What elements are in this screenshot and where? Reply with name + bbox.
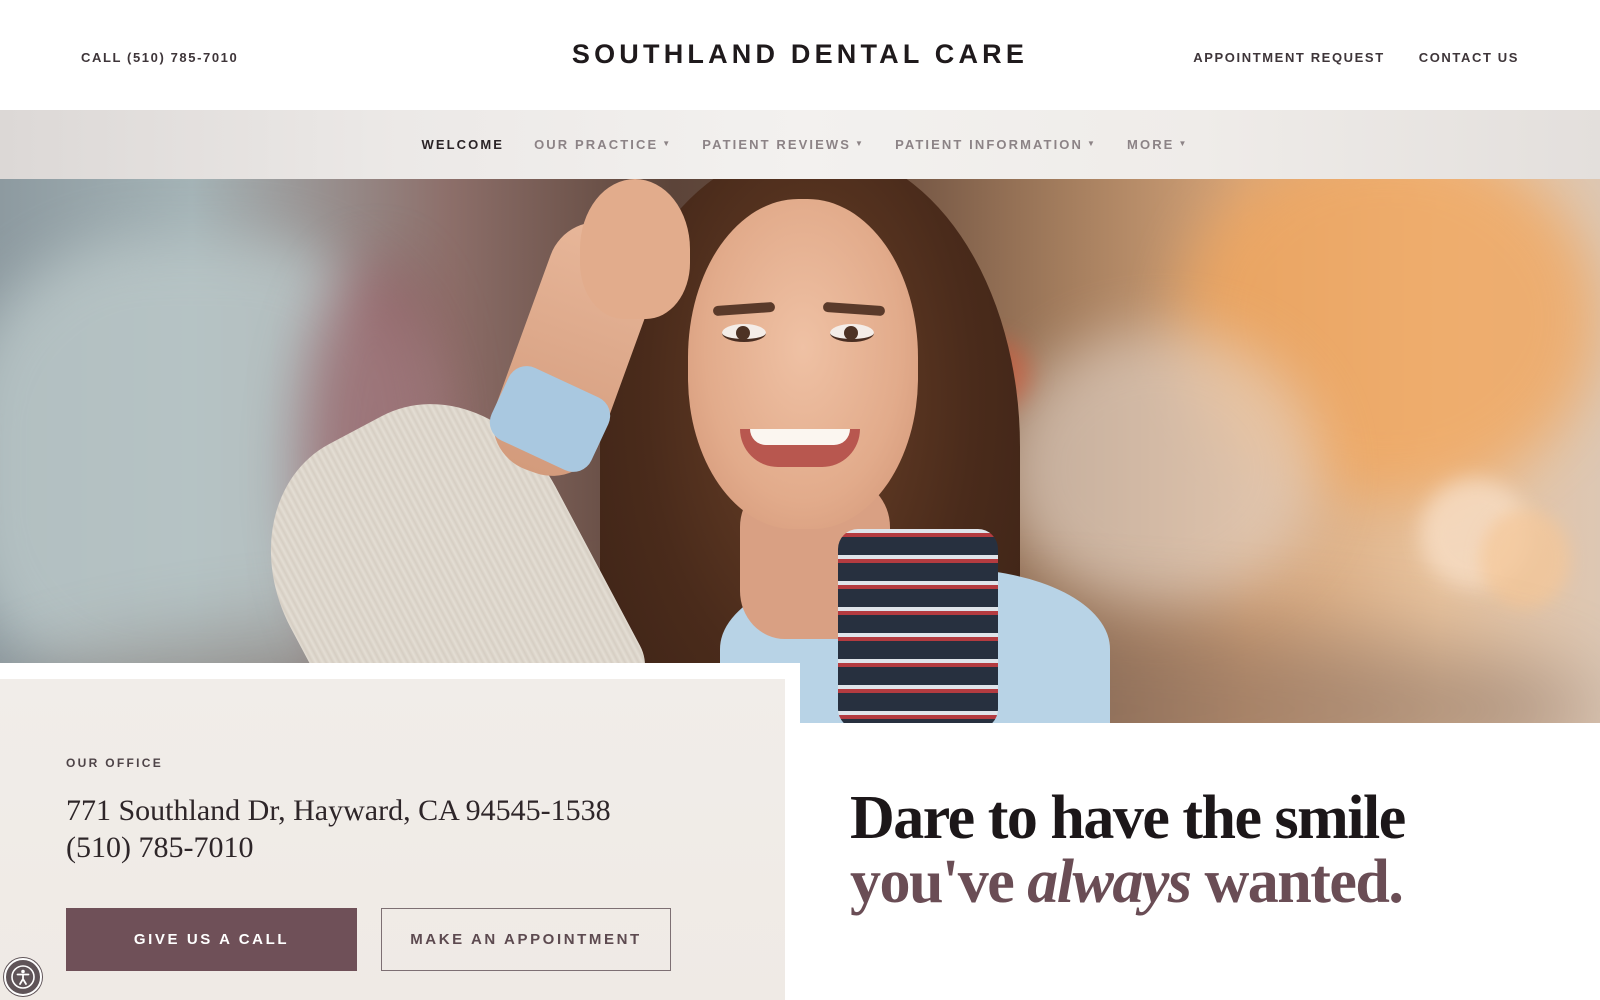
woman-hand [580, 179, 690, 319]
background-bokeh-circle [1480, 509, 1570, 609]
main-nav: WELCOME OUR PRACTICE ▼ PATIENT REVIEWS ▼… [0, 110, 1600, 179]
contact-us-link[interactable]: CONTACT US [1419, 50, 1519, 65]
headline-emphasis: always [1027, 848, 1192, 916]
woman-eye [722, 324, 766, 342]
nav-item-label: PATIENT INFORMATION [895, 137, 1084, 152]
nav-item-label: MORE [1127, 137, 1175, 152]
headline-text: wanted. [1190, 848, 1403, 916]
headline-line-1: Dare to have the smile [850, 784, 1406, 852]
caret-down-icon: ▼ [662, 138, 673, 148]
appointment-request-link[interactable]: APPOINTMENT REQUEST [1193, 50, 1384, 65]
nav-item-label: PATIENT REVIEWS [702, 137, 852, 152]
woman-face [688, 199, 918, 529]
headline-text: you've [850, 848, 1028, 916]
nav-item-patient-information[interactable]: PATIENT INFORMATION ▼ [895, 137, 1097, 152]
hero-image [0, 179, 1600, 723]
caret-down-icon: ▼ [855, 138, 866, 148]
caret-down-icon: ▼ [1178, 138, 1189, 148]
woman-eye [830, 324, 874, 342]
nav-item-patient-reviews[interactable]: PATIENT REVIEWS ▼ [702, 137, 865, 152]
nav-item-label: OUR PRACTICE [534, 137, 659, 152]
nav-item-our-practice[interactable]: OUR PRACTICE ▼ [534, 137, 672, 152]
give-us-a-call-button[interactable]: GIVE US A CALL [66, 908, 357, 971]
nav-item-more[interactable]: MORE ▼ [1127, 137, 1188, 152]
accessibility-icon [11, 965, 35, 989]
make-appointment-button[interactable]: MAKE AN APPOINTMENT [381, 908, 671, 971]
woman-scarf [838, 529, 998, 723]
hero-headline: Dare to have the smile you've always wan… [850, 784, 1406, 914]
utility-links: APPOINTMENT REQUEST CONTACT US [1193, 50, 1519, 65]
woman-smile [740, 429, 860, 467]
accessibility-button[interactable] [4, 958, 42, 996]
headline-line-2: you've always wanted. [850, 850, 1405, 914]
background-bokeh-light [1000, 329, 1320, 609]
nav-item-label: WELCOME [421, 137, 505, 152]
top-header: CALL (510) 785-7010 SOUTHLAND DENTAL CAR… [0, 0, 1600, 110]
nav-item-welcome[interactable]: WELCOME [422, 137, 505, 152]
office-phone[interactable]: (510) 785-7010 [66, 831, 253, 865]
office-label: OUR OFFICE [66, 756, 163, 770]
office-address: 771 Southland Dr, Hayward, CA 94545-1538 [66, 794, 611, 827]
caret-down-icon: ▼ [1087, 138, 1098, 148]
